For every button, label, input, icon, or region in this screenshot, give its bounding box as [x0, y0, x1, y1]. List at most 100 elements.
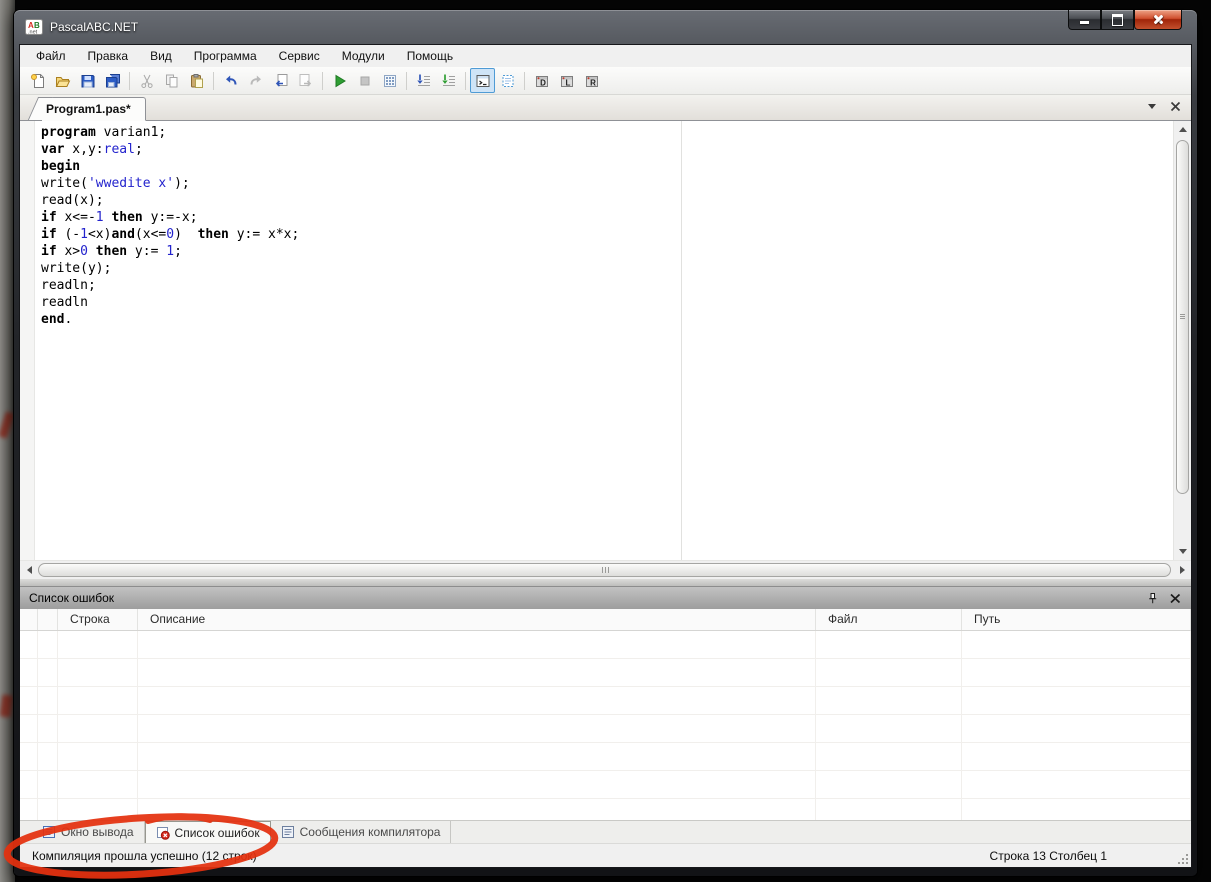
menu-bar: Файл Правка Вид Программа Сервис Модули Помощь [20, 45, 1191, 67]
error-table-row [20, 799, 1191, 820]
toolbar-separator [465, 71, 466, 90]
error-table-cell [58, 687, 138, 714]
menu-file[interactable]: Файл [25, 46, 77, 66]
error-table-row [20, 687, 1191, 715]
console-window-icon[interactable] [470, 68, 495, 93]
error-table-cell [138, 659, 816, 686]
resize-grip[interactable] [1178, 854, 1188, 864]
document-tab-label: Program1.pas* [46, 102, 131, 116]
code-editor[interactable]: program varian1; var x,y:real; begin write(… [20, 121, 1191, 560]
redo-icon[interactable] [243, 68, 268, 93]
error-table-cell [138, 631, 816, 658]
scroll-down-icon[interactable] [1174, 543, 1191, 560]
status-bar: Компиляция прошла успешно (12 строк) Стр… [20, 843, 1191, 867]
new-file-icon[interactable] [25, 68, 50, 93]
svg-text:R: R [590, 78, 596, 87]
open-file-icon[interactable] [50, 68, 75, 93]
indent-decrease-icon[interactable] [411, 68, 436, 93]
stop-icon[interactable] [352, 68, 377, 93]
horizontal-scrollbar[interactable] [20, 560, 1191, 579]
column-header-Описание[interactable]: Описание [138, 609, 816, 630]
window-content: Файл Правка Вид Программа Сервис Модули Помощь… [19, 44, 1192, 868]
error-table-cell [816, 659, 962, 686]
horizontal-scrollbar-thumb[interactable] [38, 563, 1171, 577]
navigate-forward-icon[interactable] [293, 68, 318, 93]
vertical-scrollbar-thumb[interactable] [1176, 140, 1189, 494]
minimize-button[interactable] [1068, 10, 1101, 30]
menu-modules[interactable]: Модули [331, 46, 396, 66]
app-icon: A B .net [25, 19, 43, 35]
bottom-tab-compiler[interactable]: Сообщения компилятора [271, 821, 452, 843]
menu-help[interactable]: Помощь [396, 46, 464, 66]
tab-close-icon[interactable] [1170, 101, 1181, 112]
indent-increase-icon[interactable] [436, 68, 461, 93]
error-table-cell [962, 799, 1191, 820]
bottom-tab-output[interactable]: Окно вывода [32, 821, 145, 843]
restore-button[interactable] [1101, 10, 1134, 30]
error-table-cell [962, 687, 1191, 714]
close-icon [1152, 13, 1165, 26]
code-line: readln; [41, 278, 96, 293]
toolbar-separator [524, 71, 525, 90]
desktop-background-strip [0, 0, 15, 882]
error-table-row [20, 743, 1191, 771]
window-d-icon[interactable]: D [529, 68, 554, 93]
error-panel-header: Список ошибок [20, 586, 1191, 609]
minimize-icon [1080, 21, 1089, 24]
panel-splitter[interactable] [20, 579, 1191, 586]
cut-icon[interactable] [134, 68, 159, 93]
error-table-cell [962, 631, 1191, 658]
column-header-icon-1[interactable] [38, 609, 58, 630]
undo-icon[interactable] [218, 68, 243, 93]
code-line: begin [41, 159, 81, 174]
output-window-icon [42, 825, 56, 839]
copy-icon[interactable] [159, 68, 184, 93]
paste-icon[interactable] [184, 68, 209, 93]
vertical-scrollbar[interactable] [1173, 121, 1191, 560]
title-bar[interactable]: A B .net PascalABC.NET [14, 10, 1197, 44]
error-table-cell [58, 771, 138, 798]
pin-icon[interactable] [1146, 592, 1159, 605]
cursor-position: Строка 13 Столбец 1 [989, 848, 1107, 863]
window-l-icon[interactable]: L [554, 68, 579, 93]
scroll-up-icon[interactable] [1174, 121, 1191, 138]
navigate-back-icon[interactable] [268, 68, 293, 93]
build-icon[interactable] [377, 68, 402, 93]
code-line: read(x); [41, 193, 104, 208]
close-icon[interactable] [1169, 592, 1182, 605]
error-table-row [20, 715, 1191, 743]
tab-list-dropdown-icon[interactable] [1148, 104, 1156, 109]
save-all-icon[interactable] [100, 68, 125, 93]
scroll-left-icon[interactable] [21, 561, 37, 579]
toolbar-separator [213, 71, 214, 90]
code-line: if (-1<x)and(x<=0) then y:= x*x; [41, 227, 300, 242]
error-table-cell [20, 743, 38, 770]
scrollbar-grip [1180, 313, 1185, 320]
menu-service[interactable]: Сервис [268, 46, 331, 66]
error-table-cell [38, 743, 58, 770]
bottom-tabstrip: Окно вывода Список ошибок Сообщения компил… [20, 820, 1191, 843]
error-table-cell [816, 631, 962, 658]
error-table-cell [20, 799, 38, 820]
close-button[interactable] [1134, 10, 1182, 30]
save-icon[interactable] [75, 68, 100, 93]
menu-view[interactable]: Вид [139, 46, 183, 66]
column-header-Строка[interactable]: Строка [58, 609, 138, 630]
format-code-icon[interactable] [495, 68, 520, 93]
window-r-icon[interactable]: R [579, 68, 604, 93]
scroll-right-icon[interactable] [1174, 561, 1190, 579]
compiler-messages-icon [281, 825, 295, 839]
menu-edit[interactable]: Правка [77, 46, 140, 66]
error-table-cell [962, 743, 1191, 770]
bottom-tab-errors[interactable]: Список ошибок [144, 821, 271, 843]
error-table-cell [38, 687, 58, 714]
document-tab[interactable]: Program1.pas* [42, 97, 146, 121]
code-line: if x>0 then y:= 1; [41, 244, 182, 259]
menu-program[interactable]: Программа [183, 46, 268, 66]
code-text: program varian1; var x,y:real; begin write(… [41, 124, 299, 328]
run-icon[interactable] [327, 68, 352, 93]
column-header-icon-0[interactable] [20, 609, 38, 630]
column-header-Путь[interactable]: Путь [962, 609, 1191, 630]
error-table-cell [58, 799, 138, 820]
column-header-Файл[interactable]: Файл [816, 609, 962, 630]
